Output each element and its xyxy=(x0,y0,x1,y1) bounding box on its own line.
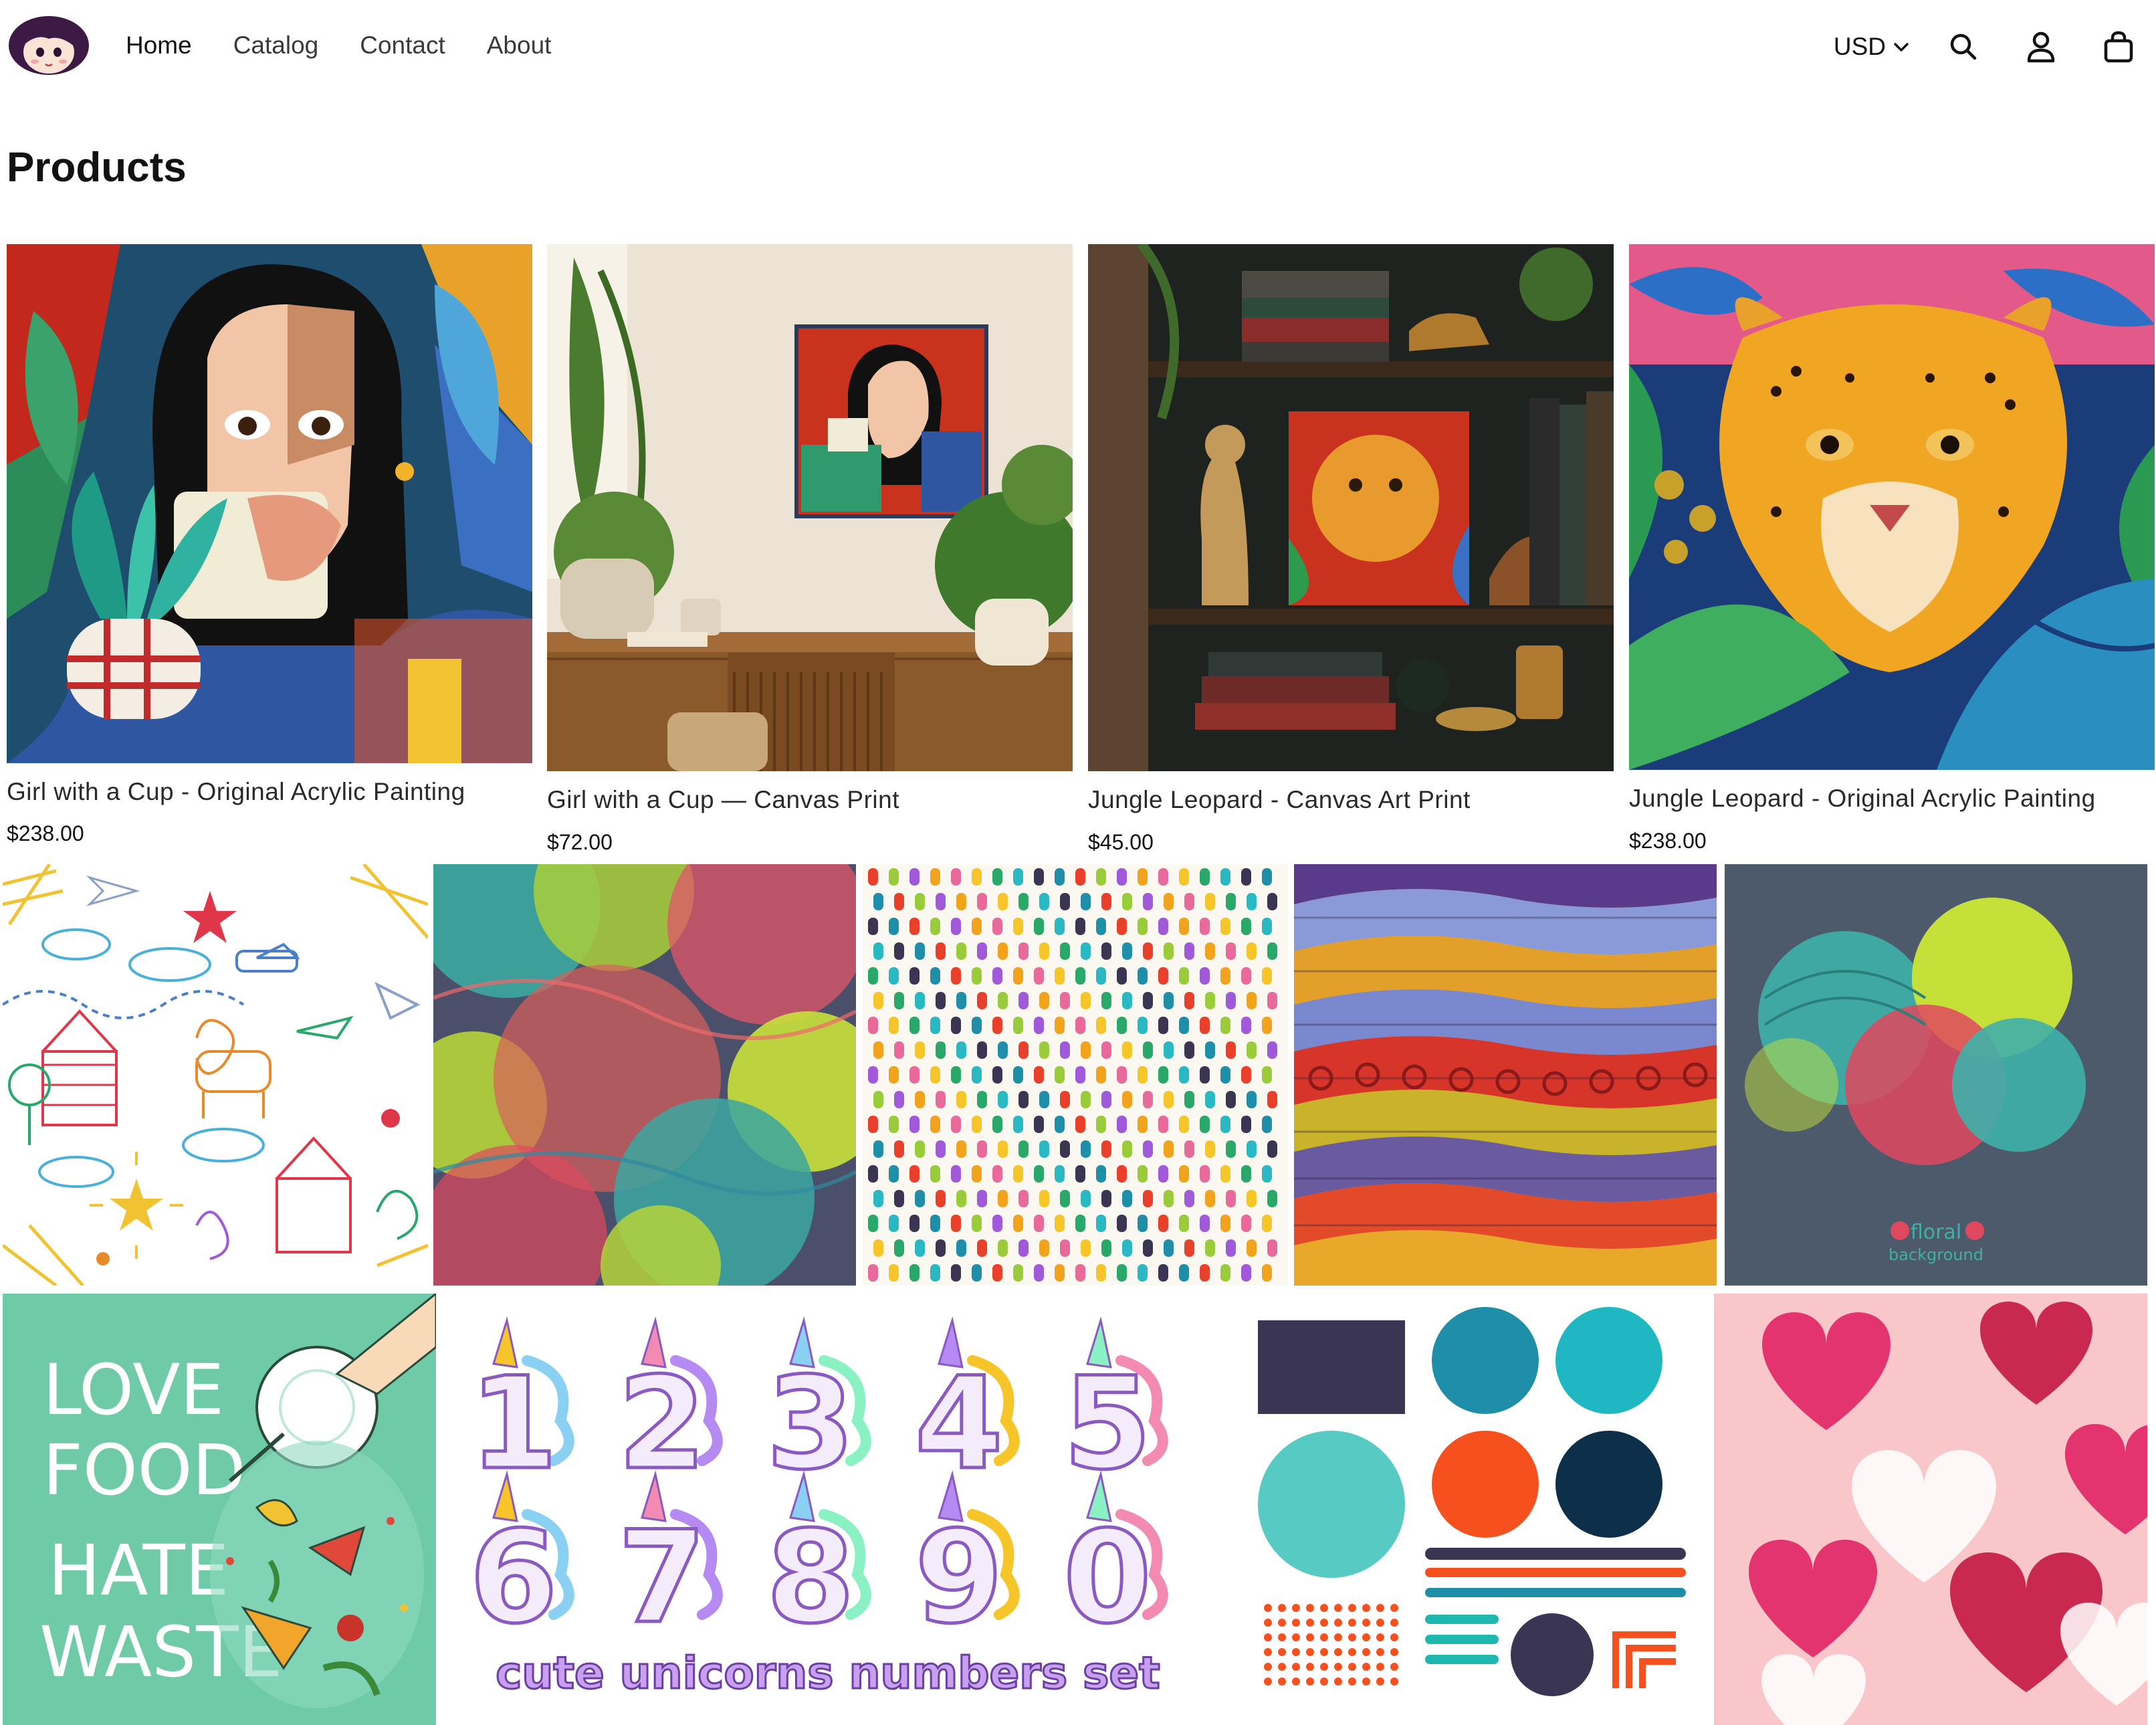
product-name[interactable]: Girl with a Cup — Canvas Print xyxy=(547,786,899,814)
floral-caption-2: background xyxy=(1889,1245,1983,1264)
poster-line-love: LOVE xyxy=(43,1349,224,1431)
product-image-leopard-bookshelf[interactable] xyxy=(1088,244,1614,771)
unicorn-digit: 5 xyxy=(1063,1350,1152,1498)
page-title: Products xyxy=(7,144,187,191)
product-image-love-food-poster[interactable]: LOVE FOOD HATE WASTE xyxy=(3,1294,436,1725)
product-card[interactable]: Girl with a Cup - Original Acrylic Paint… xyxy=(7,244,535,859)
poster-line-hate: HATE xyxy=(48,1530,229,1611)
header-tools: USD xyxy=(1834,20,2156,74)
product-image-floral-circles[interactable]: floral background xyxy=(1725,864,2147,1286)
product-price: $72.00 xyxy=(547,830,613,854)
product-image-abstract-circles[interactable] xyxy=(433,864,856,1286)
nav-home[interactable]: Home xyxy=(126,27,192,64)
chevron-down-icon xyxy=(1894,43,1909,52)
unicorn-digit: 6 xyxy=(469,1504,558,1651)
nav-contact[interactable]: Contact xyxy=(360,27,445,64)
product-name[interactable]: Jungle Leopard - Canvas Art Print xyxy=(1088,786,1471,814)
product-image-tribal-stripes[interactable] xyxy=(1294,864,1717,1286)
product-image-girl-with-cup[interactable] xyxy=(7,244,532,763)
product-card[interactable]: Jungle Leopard - Original Acrylic Painti… xyxy=(1629,244,2156,866)
unicorn-digit: 9 xyxy=(915,1504,1003,1651)
unicorn-digit: 1 xyxy=(469,1350,558,1498)
product-image-jungle-leopard[interactable] xyxy=(1629,244,2155,770)
main-nav: Home Catalog Contact About xyxy=(126,27,592,64)
unicorn-digit: 4 xyxy=(915,1350,1003,1498)
product-image-colorful-dots[interactable] xyxy=(863,864,1288,1286)
site-header: Home Catalog Contact About USD xyxy=(0,0,2156,94)
unicorn-digit: 7 xyxy=(618,1504,706,1651)
product-price: $238.00 xyxy=(7,821,84,845)
product-name[interactable]: Girl with a Cup - Original Acrylic Paint… xyxy=(7,778,465,806)
nav-catalog[interactable]: Catalog xyxy=(233,27,319,64)
girl-face-logo-icon[interactable] xyxy=(7,12,91,76)
account-icon[interactable] xyxy=(2022,28,2060,66)
nav-about[interactable]: About xyxy=(487,27,552,64)
unicorn-digit: 2 xyxy=(618,1350,706,1498)
unicorn-caption: cute unicorns numbers set xyxy=(496,1647,1160,1699)
product-name[interactable]: Jungle Leopard - Original Acrylic Painti… xyxy=(1629,785,2096,813)
product-image-canvas-print-mockup[interactable] xyxy=(547,244,1073,771)
product-card[interactable]: Girl with a Cup — Canvas Print $72.00 xyxy=(547,244,1075,866)
product-image-kids-doodle[interactable] xyxy=(3,864,428,1286)
product-image-unicorn-numbers[interactable]: 12345 67890 cute unicorns numbers set xyxy=(447,1294,1209,1725)
product-image-pink-hearts[interactable] xyxy=(1714,1294,2147,1725)
cart-icon[interactable] xyxy=(2100,28,2137,66)
product-card[interactable]: Jungle Leopard - Canvas Art Print $45.00 xyxy=(1088,244,1616,866)
currency-selector[interactable]: USD xyxy=(1834,33,1910,61)
floral-caption-1: floral xyxy=(1911,1221,1961,1244)
poster-line-food: FOOD xyxy=(43,1429,246,1511)
unicorn-digit: 0 xyxy=(1063,1504,1152,1651)
product-price: $238.00 xyxy=(1629,829,1707,853)
search-icon[interactable] xyxy=(1945,28,1982,66)
currency-label: USD xyxy=(1833,33,1886,60)
unicorn-digit: 8 xyxy=(766,1504,855,1651)
product-price: $45.00 xyxy=(1088,830,1154,854)
product-image-paint-swatches[interactable] xyxy=(1221,1294,1716,1725)
unicorn-digit: 3 xyxy=(766,1350,855,1498)
